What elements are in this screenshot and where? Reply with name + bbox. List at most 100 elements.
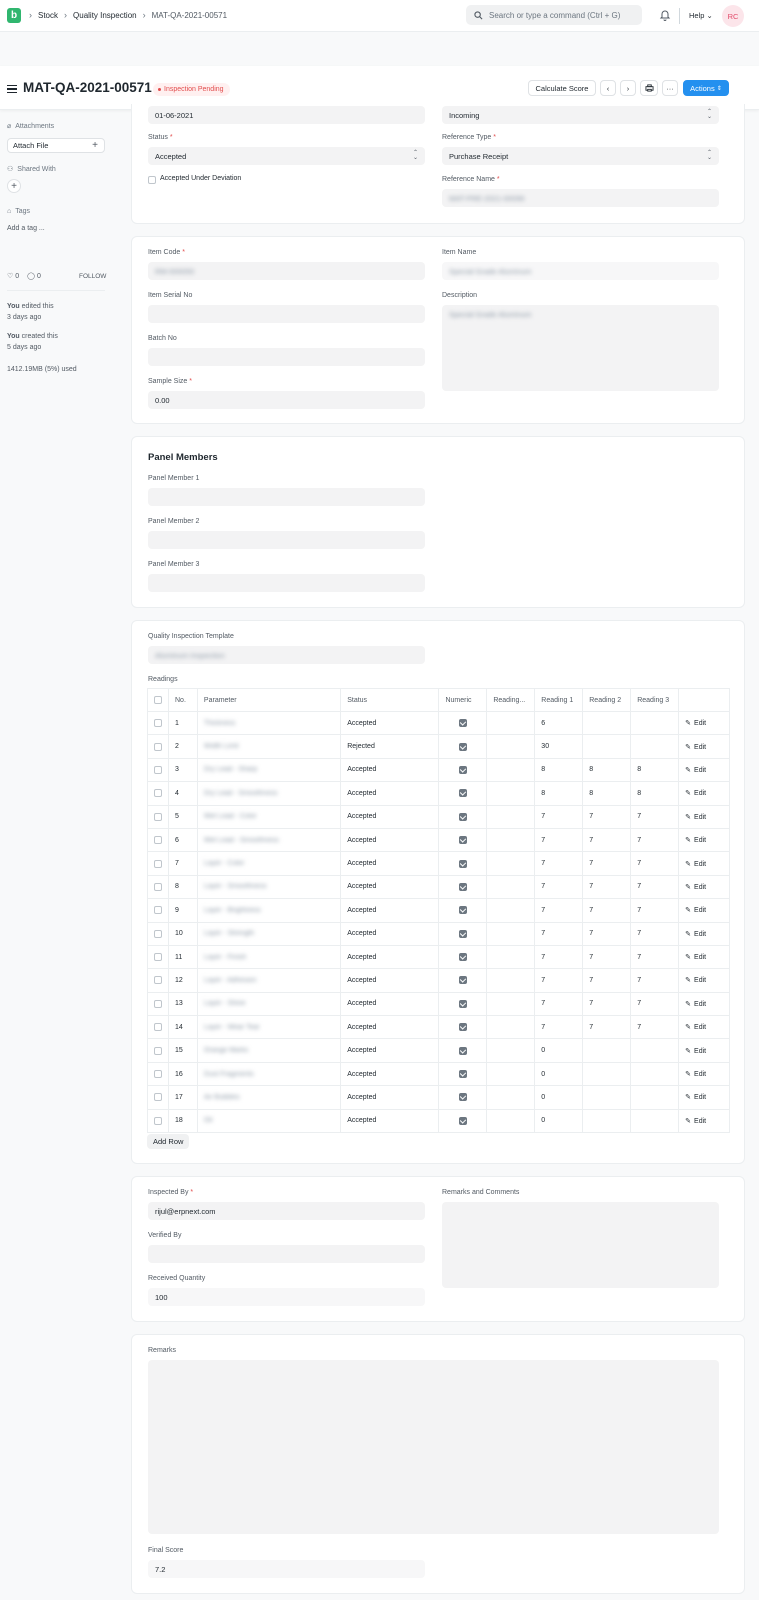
row-reading-1[interactable]: 7 xyxy=(534,898,584,923)
row-reading-2[interactable] xyxy=(582,710,632,736)
row-no[interactable]: 10 xyxy=(168,921,198,946)
row-checkbox[interactable] xyxy=(154,1023,162,1032)
row-no[interactable]: 9 xyxy=(168,898,198,923)
table-row[interactable]: 5 Wet Lead - Color Accepted 7 7 7 ✎ Edit xyxy=(147,804,730,829)
attach-file-button[interactable]: Attach File + xyxy=(7,138,105,153)
row-checkbox[interactable] xyxy=(154,859,162,868)
accepted-under-deviation-checkbox[interactable] xyxy=(148,176,156,184)
row-edit-button[interactable]: ✎ Edit xyxy=(678,944,730,970)
row-checkbox[interactable] xyxy=(154,789,162,798)
row-reading-3[interactable]: 8 xyxy=(630,781,680,806)
menu-icon[interactable] xyxy=(7,85,17,93)
like-button[interactable]: ♡ 0 xyxy=(7,272,19,280)
row-reading-2[interactable] xyxy=(582,1038,632,1063)
table-row[interactable]: 3 Dry Lead - Sharp Accepted 8 8 8 ✎ Edit xyxy=(147,757,730,783)
row-select-cell[interactable] xyxy=(147,757,169,783)
row-numeric[interactable] xyxy=(438,1015,488,1040)
row-status[interactable]: Accepted xyxy=(340,1015,440,1040)
row-edit-button[interactable]: ✎ Edit xyxy=(678,710,730,736)
row-checkbox[interactable] xyxy=(154,976,162,985)
numeric-checkbox[interactable] xyxy=(458,742,467,751)
select-all-checkbox[interactable] xyxy=(154,696,162,704)
panel-member-3-field[interactable] xyxy=(148,574,425,592)
row-reading-value[interactable] xyxy=(486,851,536,876)
row-edit-button[interactable]: ✎ Edit xyxy=(678,781,730,806)
next-doc-button[interactable]: › xyxy=(620,80,636,96)
row-parameter[interactable]: Layer - Color xyxy=(196,851,342,876)
numeric-checkbox[interactable] xyxy=(458,1023,467,1032)
table-row[interactable]: 8 Layer - Smoothness Accepted 7 7 7 ✎ Edit xyxy=(147,874,730,900)
row-no[interactable]: 12 xyxy=(168,968,198,993)
row-status[interactable]: Accepted xyxy=(340,827,440,853)
row-status[interactable]: Accepted xyxy=(340,991,440,1017)
row-select-cell[interactable] xyxy=(147,874,169,900)
row-select-cell[interactable] xyxy=(147,734,169,759)
row-status[interactable]: Accepted xyxy=(340,921,440,946)
row-reading-1[interactable]: 8 xyxy=(534,757,584,783)
row-no[interactable]: 3 xyxy=(168,757,198,783)
row-reading-2[interactable]: 7 xyxy=(582,1015,632,1040)
row-status[interactable]: Accepted xyxy=(340,851,440,876)
numeric-checkbox[interactable] xyxy=(458,719,467,728)
row-reading-1[interactable]: 7 xyxy=(534,827,584,853)
row-no[interactable]: 15 xyxy=(168,1038,198,1063)
table-row[interactable]: 15 Orange Marks Accepted 0 ✎ Edit xyxy=(147,1038,730,1063)
row-no[interactable]: 4 xyxy=(168,781,198,806)
row-no[interactable]: 13 xyxy=(168,991,198,1017)
row-reading-value[interactable] xyxy=(486,991,536,1017)
row-status[interactable]: Accepted xyxy=(340,1038,440,1063)
remarks-field[interactable] xyxy=(148,1360,719,1534)
row-checkbox[interactable] xyxy=(154,929,162,938)
numeric-checkbox[interactable] xyxy=(458,789,467,798)
row-reading-1[interactable]: 7 xyxy=(534,1015,584,1040)
numeric-checkbox[interactable] xyxy=(458,906,467,915)
row-edit-button[interactable]: ✎ Edit xyxy=(678,1085,730,1110)
row-edit-button[interactable]: ✎ Edit xyxy=(678,827,730,853)
row-status[interactable]: Accepted xyxy=(340,781,440,806)
row-status[interactable]: Accepted xyxy=(340,710,440,736)
row-reading-value[interactable] xyxy=(486,827,536,853)
table-row[interactable]: 4 Dry Lead - Smoothness Accepted 8 8 8 ✎ Edit xyxy=(147,781,730,806)
table-row[interactable]: 18 Oil Accepted 0 ✎ Edit xyxy=(147,1108,730,1134)
numeric-checkbox[interactable] xyxy=(458,859,467,868)
report-date-field[interactable]: 01-06-2021 xyxy=(148,106,425,124)
row-edit-button[interactable]: ✎ Edit xyxy=(678,1015,730,1040)
row-checkbox[interactable] xyxy=(154,1116,162,1125)
row-reading-value[interactable] xyxy=(486,757,536,783)
row-reading-value[interactable] xyxy=(486,944,536,970)
row-status[interactable]: Rejected xyxy=(340,734,440,759)
item-code-field[interactable]: RM-000050 xyxy=(148,262,425,280)
row-reading-1[interactable]: 7 xyxy=(534,921,584,946)
reference-type-select[interactable]: Purchase Receipt ⌃ ⌄ xyxy=(442,147,719,165)
app-logo[interactable]: b xyxy=(7,8,21,23)
row-no[interactable]: 14 xyxy=(168,1015,198,1040)
row-status[interactable]: Accepted xyxy=(340,1108,440,1134)
inspection-type-select[interactable]: Incoming ⌃ ⌄ xyxy=(442,106,719,124)
row-reading-1[interactable]: 7 xyxy=(534,991,584,1017)
row-reading-1[interactable]: 0 xyxy=(534,1038,584,1063)
row-reading-2[interactable]: 7 xyxy=(582,898,632,923)
row-edit-button[interactable]: ✎ Edit xyxy=(678,734,730,759)
row-reading-3[interactable]: 7 xyxy=(630,944,680,970)
row-reading-value[interactable] xyxy=(486,968,536,993)
row-no[interactable]: 5 xyxy=(168,804,198,829)
row-edit-button[interactable]: ✎ Edit xyxy=(678,991,730,1017)
print-button[interactable] xyxy=(640,80,658,96)
row-reading-value[interactable] xyxy=(486,1038,536,1063)
row-no[interactable]: 11 xyxy=(168,944,198,970)
row-status[interactable]: Accepted xyxy=(340,968,440,993)
table-row[interactable]: 16 Dust Fragments Accepted 0 ✎ Edit xyxy=(147,1061,730,1087)
search-input[interactable]: Search or type a command (Ctrl + G) xyxy=(466,5,642,25)
numeric-checkbox[interactable] xyxy=(458,882,467,891)
row-checkbox[interactable] xyxy=(154,836,162,845)
table-row[interactable]: 9 Layer - Brightness Accepted 7 7 7 ✎ Edit xyxy=(147,898,730,923)
row-reading-3[interactable] xyxy=(630,1108,680,1134)
row-edit-button[interactable]: ✎ Edit xyxy=(678,1038,730,1063)
row-reading-value[interactable] xyxy=(486,874,536,900)
row-numeric[interactable] xyxy=(438,968,488,993)
row-reading-2[interactable] xyxy=(582,734,632,759)
row-reading-value[interactable] xyxy=(486,1015,536,1040)
row-reading-3[interactable] xyxy=(630,1038,680,1063)
row-status[interactable]: Accepted xyxy=(340,944,440,970)
row-reading-3[interactable]: 7 xyxy=(630,921,680,946)
